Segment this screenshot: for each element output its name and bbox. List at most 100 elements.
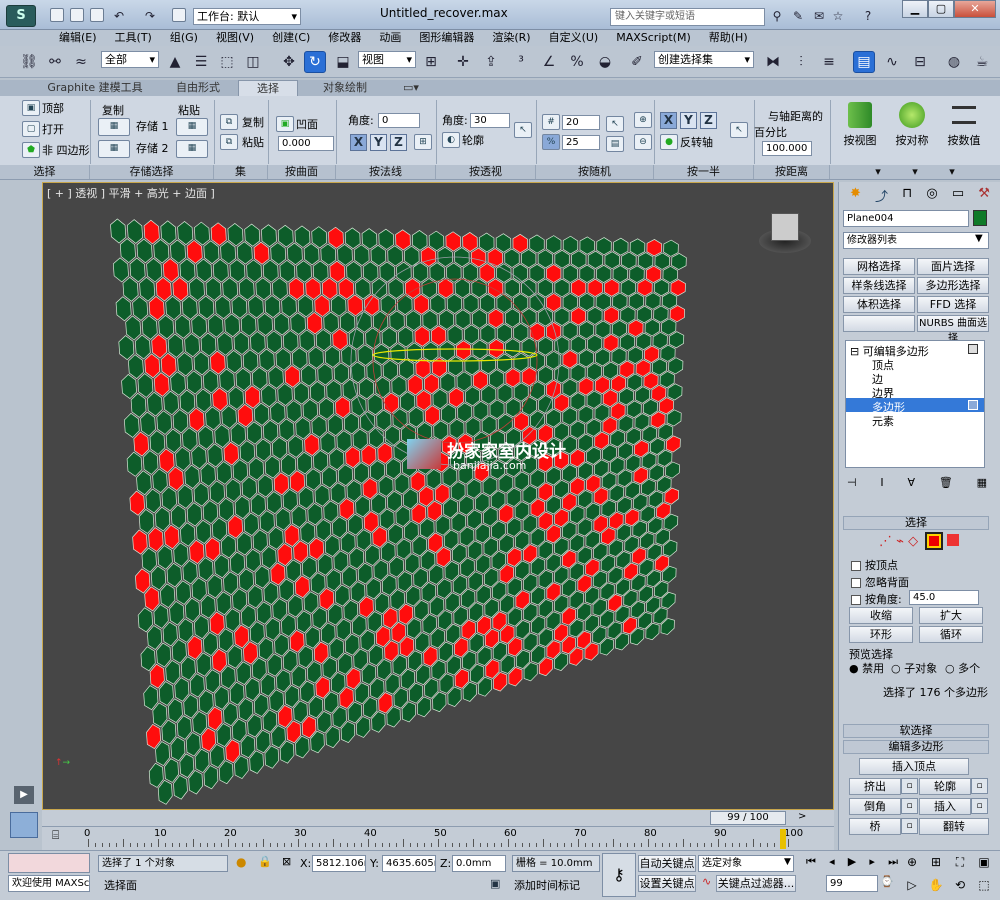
hex-cell[interactable] [570, 392, 586, 411]
top-select-icon[interactable]: ▣ [22, 100, 40, 116]
distance-percent-input[interactable]: 100.000 [762, 141, 812, 156]
pin-stack-icon[interactable]: ⊣ [847, 476, 857, 492]
hex-cell[interactable] [489, 399, 505, 420]
hex-cell[interactable] [279, 259, 296, 283]
percent-snap-icon[interactable]: % [566, 51, 588, 73]
hex-cell[interactable] [245, 548, 261, 573]
selected-hex-cell[interactable] [604, 278, 620, 297]
hex-cell[interactable] [611, 319, 627, 338]
hex-cell[interactable] [336, 430, 352, 453]
hex-cell[interactable] [236, 532, 252, 556]
keyboard-shortcut-icon[interactable]: ⇪ [480, 51, 502, 73]
expand-arrow-icon[interactable]: ▶ [14, 786, 34, 804]
persp-outline-button[interactable]: 轮廓 [460, 132, 484, 149]
hex-cell[interactable] [119, 238, 136, 264]
hex-cell[interactable] [302, 398, 318, 422]
hex-cell[interactable] [587, 334, 603, 353]
shrink-button[interactable]: 收缩 [849, 607, 913, 624]
selected-hex-cell[interactable] [304, 433, 320, 456]
selected-hex-cell[interactable] [288, 277, 305, 301]
hex-cell[interactable] [173, 542, 189, 567]
hex-cell[interactable] [419, 518, 435, 539]
hex-cell[interactable] [219, 368, 235, 393]
hex-cell[interactable] [612, 265, 628, 283]
selected-hex-cell[interactable] [172, 277, 189, 302]
hex-cell[interactable] [404, 245, 420, 267]
selected-hex-cell[interactable] [646, 239, 662, 257]
selected-hex-cell[interactable] [306, 312, 323, 335]
hex-cell[interactable] [497, 383, 513, 404]
hex-cell[interactable] [365, 544, 380, 567]
align-icon[interactable]: ⫶ [790, 51, 812, 73]
hex-cell[interactable] [358, 377, 375, 400]
selected-hex-cell[interactable] [578, 377, 594, 396]
hex-cell[interactable] [163, 390, 179, 416]
hex-cell[interactable] [270, 401, 286, 425]
hex-cell[interactable] [257, 474, 273, 498]
hex-cell[interactable] [167, 698, 183, 723]
hex-cell[interactable] [179, 389, 196, 414]
hex-cell[interactable] [381, 574, 397, 596]
menu-item-3[interactable]: 视图(V) [207, 30, 263, 46]
hex-cell[interactable] [156, 410, 173, 435]
hex-cell[interactable] [356, 529, 372, 551]
hex-cell[interactable] [220, 240, 237, 265]
hex-cell[interactable] [164, 758, 179, 783]
selected-hex-cell[interactable] [488, 278, 504, 298]
selected-hex-cell[interactable] [404, 278, 421, 299]
hex-cell[interactable] [176, 715, 192, 740]
menu-item-1[interactable]: 工具(T) [106, 30, 161, 46]
hex-cell[interactable] [220, 534, 237, 559]
selected-hex-cell[interactable] [293, 540, 309, 564]
hex-cell[interactable] [312, 606, 327, 630]
hex-cell[interactable] [636, 305, 652, 324]
hex-cell[interactable] [174, 677, 190, 702]
hex-cell[interactable] [194, 221, 210, 246]
hex-cell[interactable] [297, 451, 313, 475]
hex-cell[interactable] [652, 331, 668, 350]
hex-cell[interactable] [248, 295, 264, 319]
hex-cell[interactable] [604, 251, 620, 270]
hex-cell[interactable] [529, 293, 545, 313]
hex-cell[interactable] [412, 262, 429, 283]
hex-cell[interactable] [562, 407, 578, 426]
hex-cell[interactable] [422, 309, 438, 331]
patch-select-button[interactable]: 面片选择 [917, 258, 989, 275]
hex-cell[interactable] [148, 762, 164, 788]
hex-cell[interactable] [334, 584, 350, 607]
hex-cell[interactable] [239, 440, 256, 464]
hex-cell[interactable] [438, 309, 455, 330]
hex-cell[interactable] [661, 292, 678, 310]
hex-cell[interactable] [198, 295, 215, 320]
copy-store1-icon[interactable]: ▦ [98, 118, 130, 136]
hex-cell[interactable] [137, 373, 154, 398]
hex-cell[interactable] [465, 386, 480, 407]
hex-cell[interactable] [396, 538, 412, 560]
hex-cell[interactable] [671, 253, 687, 271]
selected-hex-cell[interactable] [546, 293, 562, 312]
half-x-button[interactable]: X [660, 112, 677, 129]
selected-hex-cell[interactable] [314, 294, 330, 317]
selected-hex-cell[interactable] [651, 384, 667, 403]
random-options-icon[interactable]: ▤ [606, 136, 624, 152]
hex-cell[interactable] [480, 354, 496, 375]
selected-hex-cell[interactable] [670, 279, 686, 297]
hex-cell[interactable] [298, 486, 314, 510]
hex-cell[interactable] [562, 235, 579, 255]
hex-cell[interactable] [439, 340, 455, 362]
outline-icon[interactable]: ◐ [442, 132, 460, 148]
hex-cell[interactable] [362, 261, 379, 283]
current-frame-field[interactable]: 99 [826, 875, 878, 892]
selected-hex-cell[interactable] [512, 233, 528, 254]
tab-object-paint[interactable]: 对象绘制 [300, 80, 390, 96]
selected-hex-cell[interactable] [129, 490, 145, 516]
selected-hex-cell[interactable] [143, 219, 160, 245]
selected-hex-cell[interactable] [223, 441, 239, 466]
hex-cell[interactable] [365, 327, 381, 349]
group-label-select[interactable]: 选择 [0, 165, 90, 179]
hex-cell[interactable] [156, 642, 172, 668]
hex-cell[interactable] [186, 370, 203, 395]
outline-settings-icon[interactable]: ▫ [971, 778, 988, 794]
binoculars-icon[interactable]: ⚲ [769, 8, 785, 24]
close-button[interactable]: ✕ [954, 0, 996, 18]
